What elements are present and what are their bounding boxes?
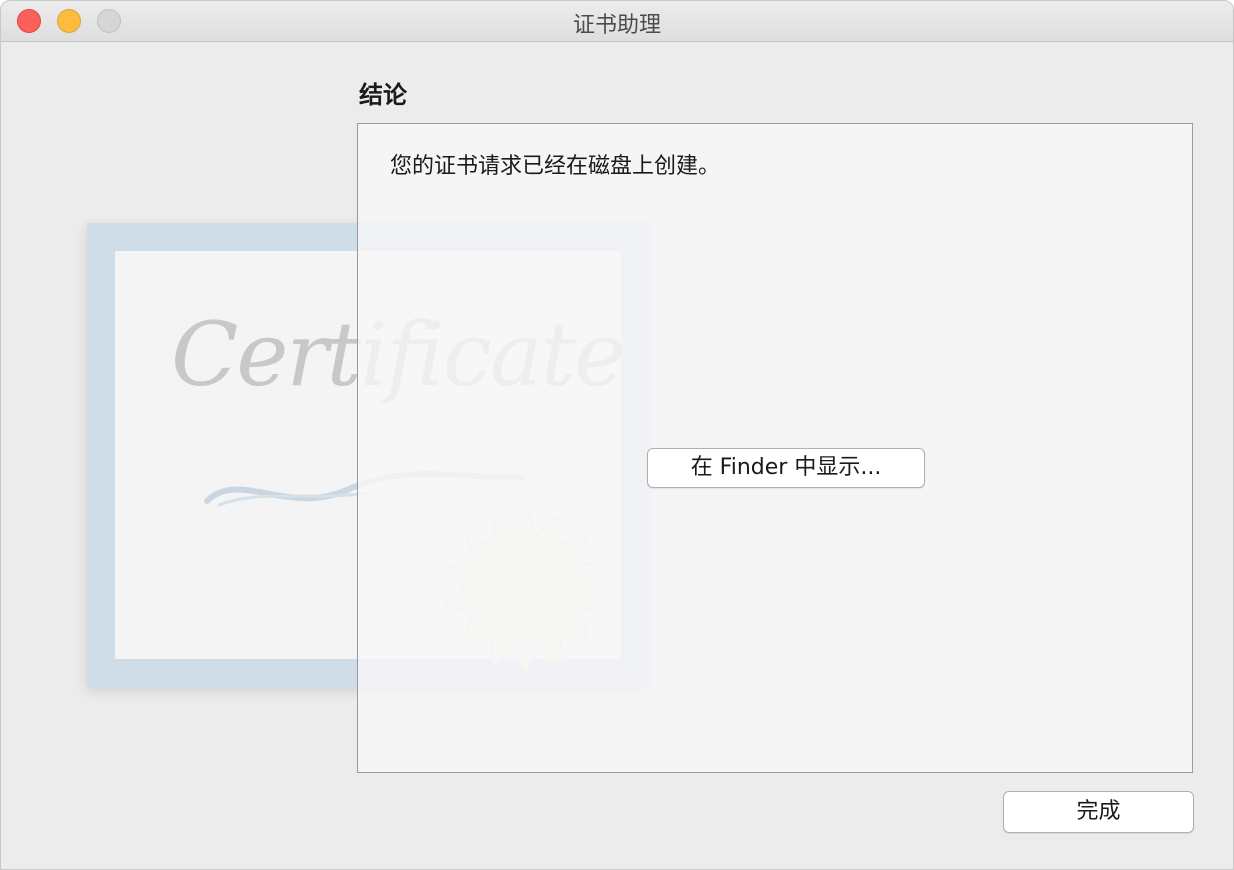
result-panel: 您的证书请求已经在磁盘上创建。 在 Finder 中显示... bbox=[357, 123, 1193, 773]
section-heading: 结论 bbox=[359, 81, 407, 109]
done-button[interactable]: 完成 bbox=[1003, 791, 1194, 833]
result-message: 您的证书请求已经在磁盘上创建。 bbox=[390, 154, 721, 179]
window-title: 证书助理 bbox=[572, 13, 661, 38]
show-in-finder-button[interactable]: 在 Finder 中显示... bbox=[647, 448, 925, 488]
title-bar: 证书助理 bbox=[1, 1, 1233, 42]
certificate-assistant-window: 证书助理 Certificate 结论 您的证书请求已经在磁盘上创建。 在 Fi… bbox=[0, 0, 1234, 870]
